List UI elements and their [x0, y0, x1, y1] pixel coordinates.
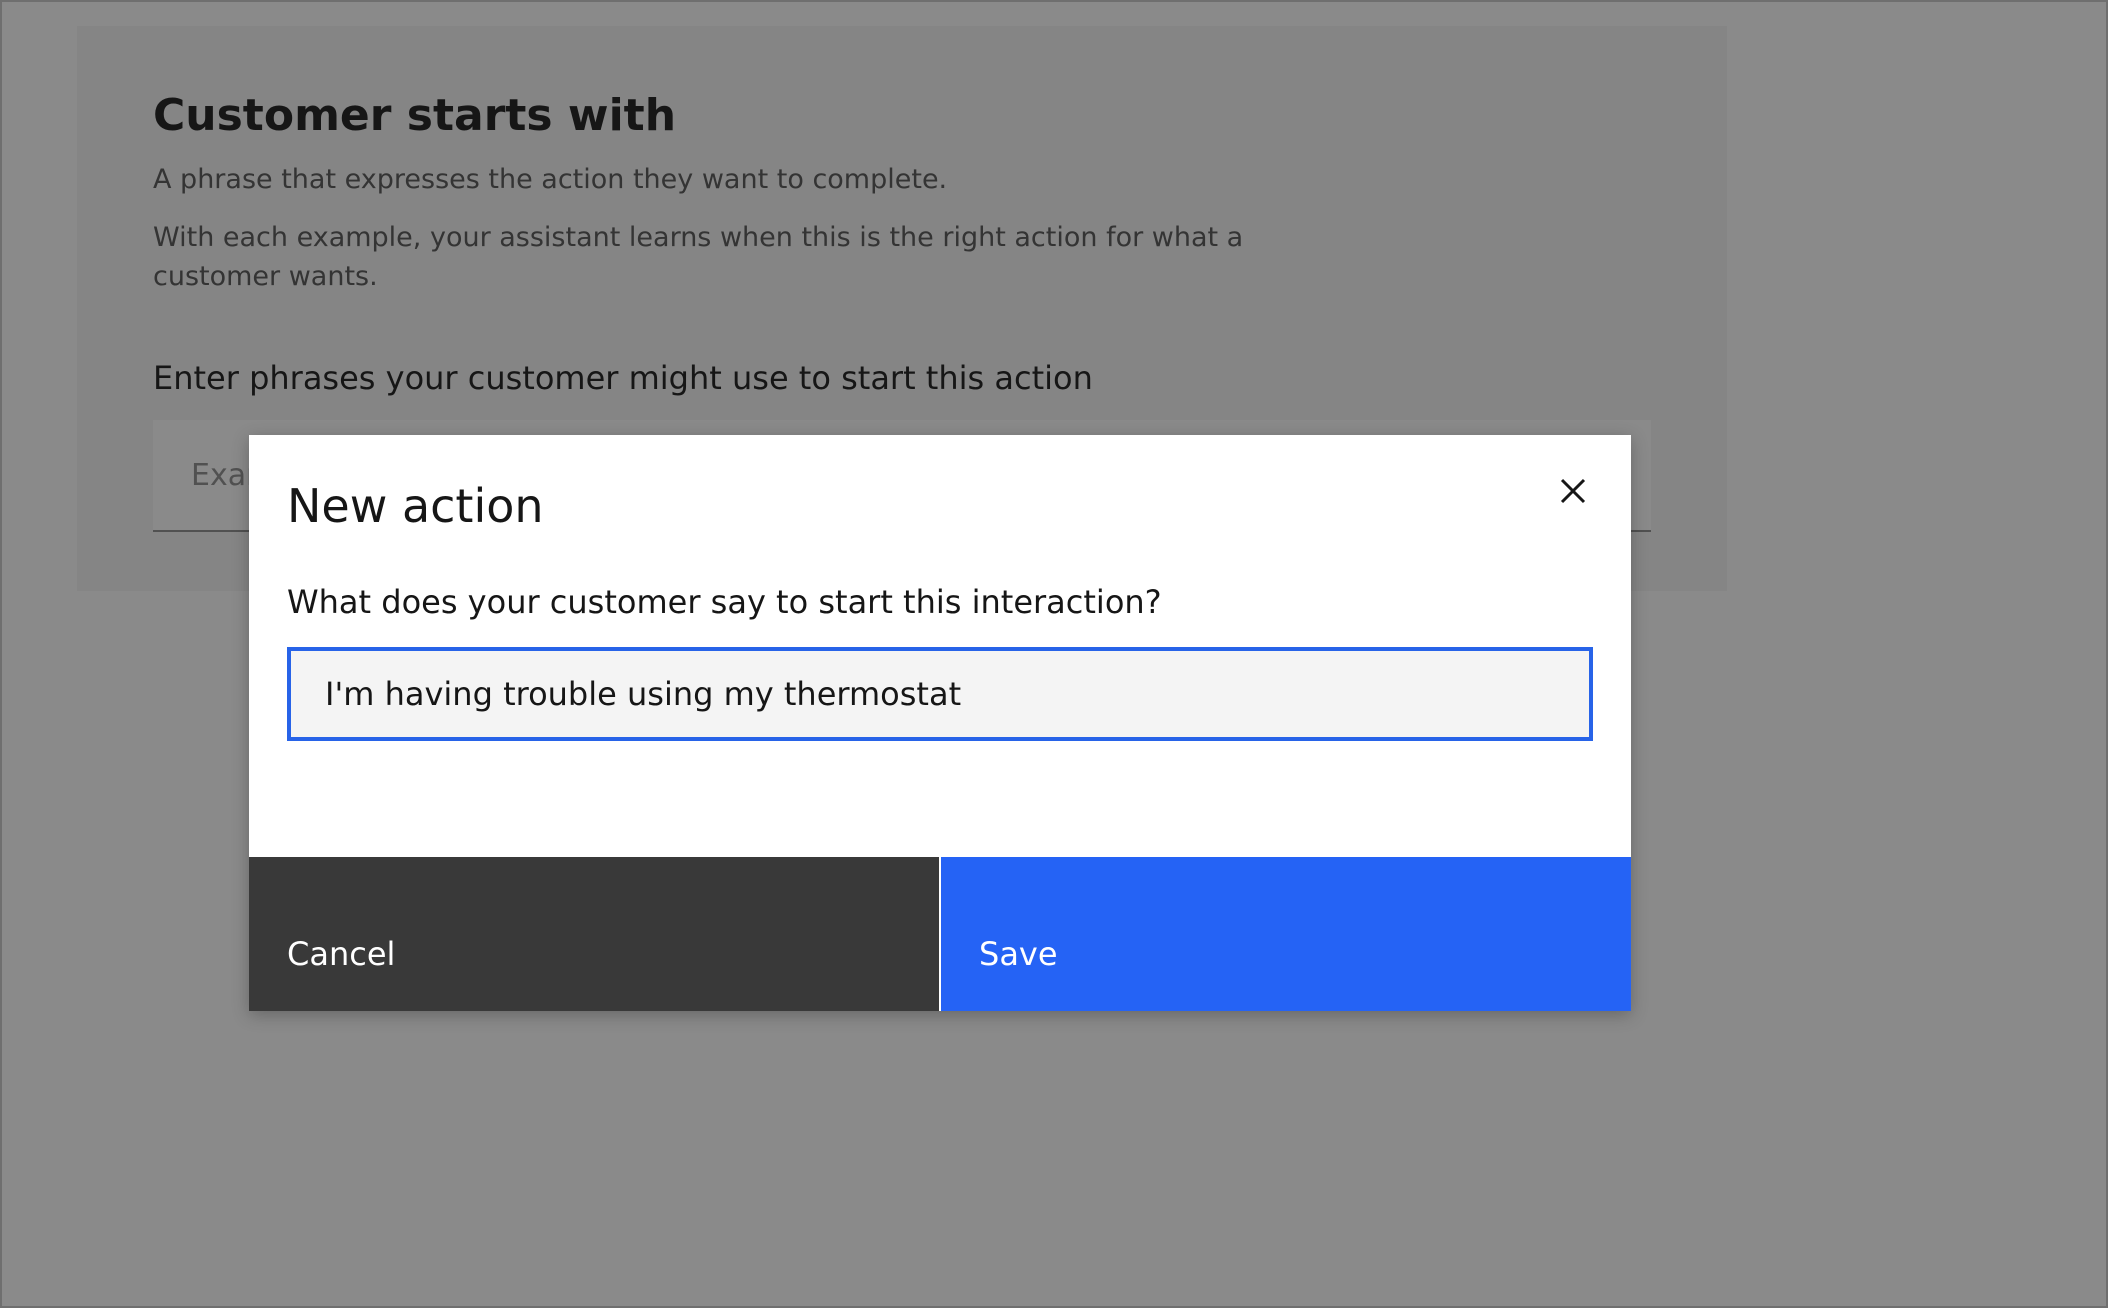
customer-phrase-input[interactable] [287, 647, 1593, 741]
customer-phrase-label: What does your customer say to start thi… [287, 583, 1162, 621]
cancel-button[interactable]: Cancel [249, 857, 941, 1011]
modal-title: New action [287, 479, 544, 533]
close-icon [1560, 478, 1586, 504]
save-button[interactable]: Save [941, 857, 1631, 1011]
new-action-modal: New action What does your customer say t… [249, 435, 1631, 1011]
modal-footer: Cancel Save [249, 857, 1631, 1011]
close-button[interactable] [1547, 465, 1599, 517]
page: Customer starts with A phrase that expre… [0, 0, 2108, 1308]
